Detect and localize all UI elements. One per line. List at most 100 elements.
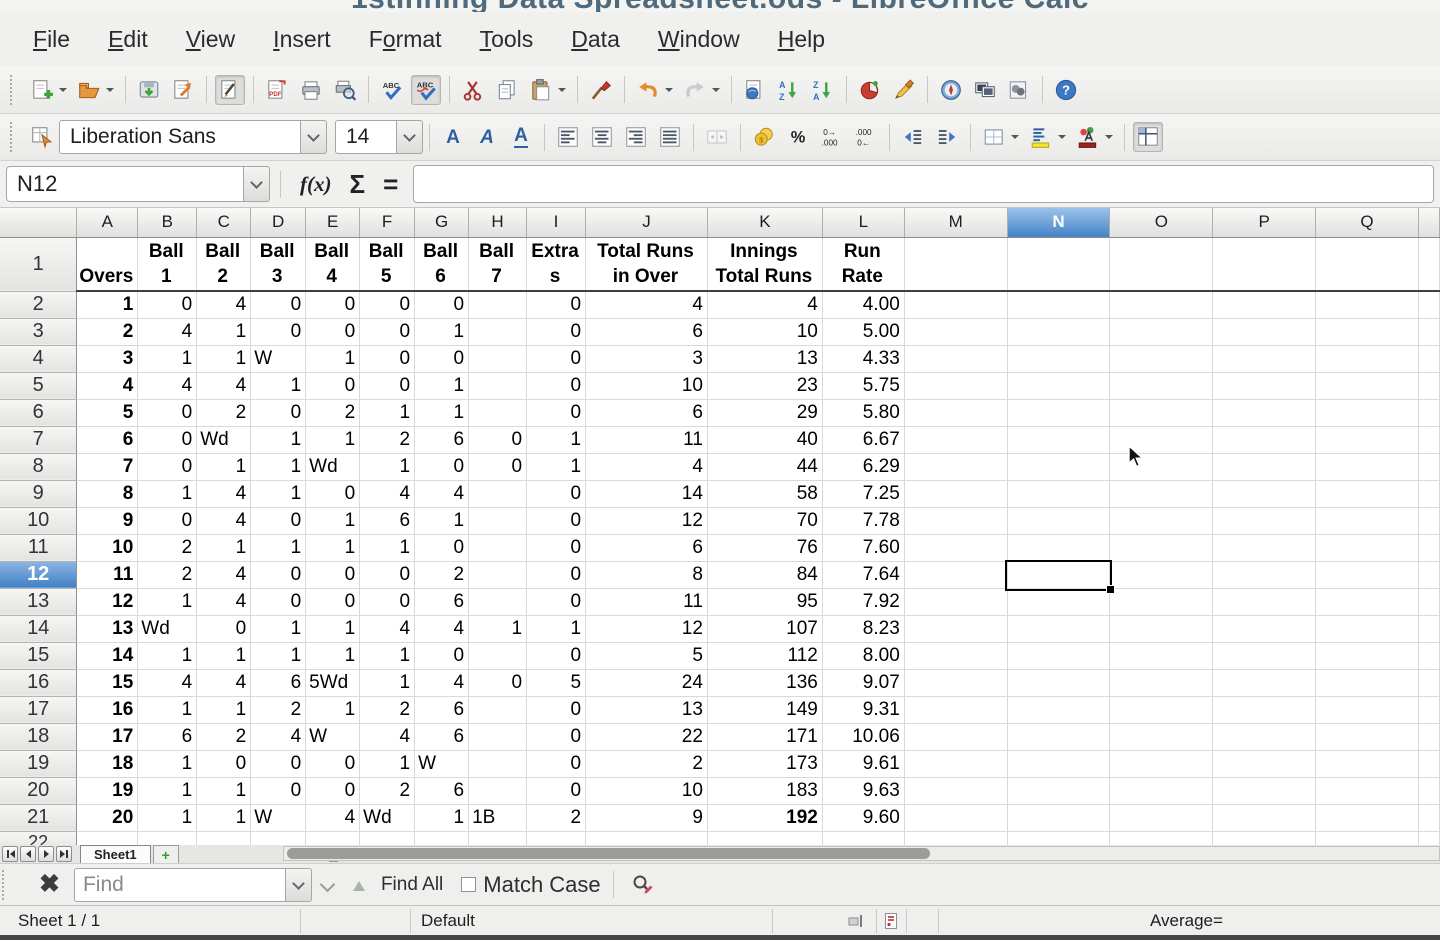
cell-M3[interactable]	[904, 318, 1007, 345]
cell-A8[interactable]: 7	[77, 453, 138, 480]
column-header-L[interactable]: L	[822, 208, 904, 237]
cell-K3[interactable]: 10	[707, 318, 822, 345]
menu-insert[interactable]: Insert	[254, 21, 350, 58]
copy-icon[interactable]	[492, 75, 522, 105]
menu-edit[interactable]: Edit	[89, 21, 167, 58]
menu-tools[interactable]: Tools	[461, 21, 553, 58]
cell-K5[interactable]: 23	[707, 372, 822, 399]
cell-O9[interactable]	[1110, 480, 1213, 507]
cell-empty[interactable]	[1110, 237, 1213, 291]
cell-X7[interactable]	[1418, 426, 1439, 453]
cell-E17[interactable]: 1	[306, 696, 360, 723]
cell-M9[interactable]	[904, 480, 1007, 507]
cell-K9[interactable]: 58	[707, 480, 822, 507]
cell-I7[interactable]: 1	[527, 426, 586, 453]
cell-G20[interactable]: 6	[415, 777, 469, 804]
cell-G6[interactable]: 1	[415, 399, 469, 426]
cell-E3[interactable]: 0	[306, 318, 360, 345]
cell-N11[interactable]	[1007, 534, 1110, 561]
cell-K18[interactable]: 171	[707, 723, 822, 750]
column-header-A[interactable]: A	[77, 208, 138, 237]
cell-Q21[interactable]	[1316, 804, 1419, 831]
cell-partial[interactable]	[586, 831, 708, 845]
cell-J9[interactable]: 14	[586, 480, 708, 507]
cell-I13[interactable]: 0	[527, 588, 586, 615]
cell-C18[interactable]: 2	[197, 723, 251, 750]
cell-D16[interactable]: 6	[251, 669, 306, 696]
column-header-G[interactable]: G	[415, 208, 469, 237]
cell-P15[interactable]	[1213, 642, 1316, 669]
cell-L18[interactable]: 10.06	[822, 723, 904, 750]
menu-format[interactable]: Format	[350, 21, 461, 58]
cell-I16[interactable]: 5	[527, 669, 586, 696]
column-header-P[interactable]: P	[1213, 208, 1316, 237]
column-header-N[interactable]: N	[1007, 208, 1110, 237]
cell-E12[interactable]: 0	[306, 561, 360, 588]
cell-X2[interactable]	[1418, 291, 1439, 318]
cell-Q18[interactable]	[1316, 723, 1419, 750]
cell-partial[interactable]	[1007, 831, 1110, 845]
cell-F8[interactable]: 1	[360, 453, 415, 480]
underline-icon[interactable]: A	[506, 122, 536, 152]
cell-O11[interactable]	[1110, 534, 1213, 561]
cell-H1[interactable]: Ball 7	[469, 237, 527, 291]
cell-H17[interactable]	[469, 696, 527, 723]
row-header-1[interactable]: 1	[0, 237, 77, 291]
cell-I8[interactable]: 1	[527, 453, 586, 480]
cell-K19[interactable]: 173	[707, 750, 822, 777]
cell-I5[interactable]: 0	[527, 372, 586, 399]
merge-cells-icon[interactable]	[702, 122, 732, 152]
cell-A7[interactable]: 6	[77, 426, 138, 453]
row-header-15[interactable]: 15	[0, 642, 77, 669]
navigator-icon[interactable]	[936, 75, 966, 105]
cell-N17[interactable]	[1007, 696, 1110, 723]
cell-P14[interactable]	[1213, 615, 1316, 642]
sum-icon[interactable]: Σ	[349, 169, 365, 200]
cell-L6[interactable]: 5.80	[822, 399, 904, 426]
cell-C4[interactable]: 1	[197, 345, 251, 372]
cell-O4[interactable]	[1110, 345, 1213, 372]
save-icon[interactable]	[134, 75, 164, 105]
column-header-H[interactable]: H	[469, 208, 527, 237]
cell-partial[interactable]	[707, 831, 822, 845]
cell-O5[interactable]	[1110, 372, 1213, 399]
cell-F14[interactable]: 4	[360, 615, 415, 642]
cell-J15[interactable]: 5	[586, 642, 708, 669]
cell-H6[interactable]	[469, 399, 527, 426]
cell-H13[interactable]	[469, 588, 527, 615]
column-header-J[interactable]: J	[586, 208, 708, 237]
cell-P16[interactable]	[1213, 669, 1316, 696]
cell-L15[interactable]: 8.00	[822, 642, 904, 669]
cell-partial[interactable]	[1213, 831, 1316, 845]
cell-C3[interactable]: 1	[197, 318, 251, 345]
cell-F13[interactable]: 0	[360, 588, 415, 615]
cell-I20[interactable]: 0	[527, 777, 586, 804]
cell-Q8[interactable]	[1316, 453, 1419, 480]
cell-G4[interactable]: 0	[415, 345, 469, 372]
cell-B6[interactable]: 0	[138, 399, 197, 426]
cell-I6[interactable]: 0	[527, 399, 586, 426]
cell-N20[interactable]	[1007, 777, 1110, 804]
cell-I21[interactable]: 2	[527, 804, 586, 831]
cell-A19[interactable]: 18	[77, 750, 138, 777]
row-header-22[interactable]: 22	[0, 831, 77, 845]
cell-F7[interactable]: 2	[360, 426, 415, 453]
cell-J8[interactable]: 4	[586, 453, 708, 480]
cell-P2[interactable]	[1213, 291, 1316, 318]
cell-B19[interactable]: 1	[138, 750, 197, 777]
cell-J14[interactable]: 12	[586, 615, 708, 642]
cell-F3[interactable]: 0	[360, 318, 415, 345]
cell-B13[interactable]: 1	[138, 588, 197, 615]
cell-P18[interactable]	[1213, 723, 1316, 750]
cell-F19[interactable]: 1	[360, 750, 415, 777]
align-center-icon[interactable]	[587, 122, 617, 152]
cell-J21[interactable]: 9	[586, 804, 708, 831]
cell-H15[interactable]	[469, 642, 527, 669]
first-sheet-button[interactable]	[2, 846, 18, 862]
cell-A16[interactable]: 15	[77, 669, 138, 696]
cell-partial[interactable]	[138, 831, 197, 845]
cell-N5[interactable]	[1007, 372, 1110, 399]
cell-O2[interactable]	[1110, 291, 1213, 318]
cell-F9[interactable]: 4	[360, 480, 415, 507]
cell-K13[interactable]: 95	[707, 588, 822, 615]
